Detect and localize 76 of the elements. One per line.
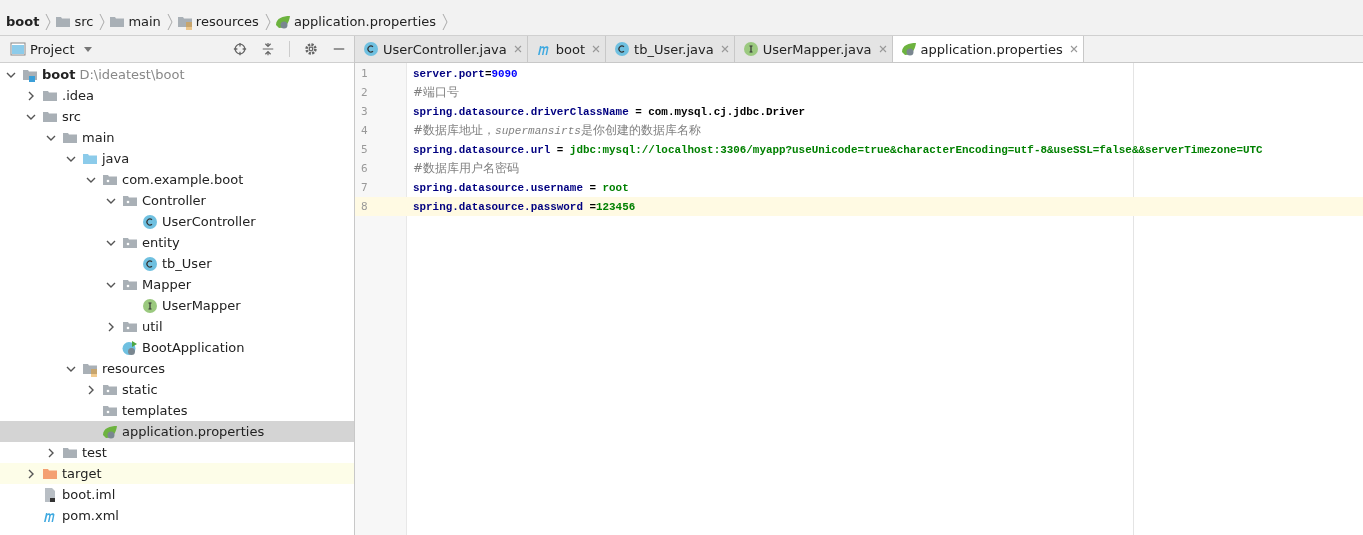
tree-item[interactable]: tb_User: [162, 256, 212, 271]
code-line: spring.datasource.url = jdbc:mysql://localhost:3306/myapp?useUnicode=true&characterEncoding=utf-8&useSSL=false&&serverTimezone=UTC: [413, 143, 1263, 156]
collapsed-chevron-icon[interactable]: [86, 384, 96, 395]
editor-tab[interactable]: UserController.java: [355, 36, 528, 62]
tree-item[interactable]: resources: [102, 361, 165, 376]
tree-item[interactable]: Controller: [142, 193, 206, 208]
tree-item[interactable]: target: [62, 466, 102, 481]
tree-item[interactable]: .idea: [62, 88, 94, 103]
class-icon: [142, 255, 158, 272]
project-view-dropdown[interactable]: Project: [30, 41, 75, 57]
code-line: server.port=9090: [413, 67, 518, 80]
collapsed-chevron-icon[interactable]: [26, 90, 36, 101]
tree-item[interactable]: boot: [42, 67, 76, 82]
tree-item[interactable]: entity: [142, 235, 180, 250]
interface-icon: [142, 297, 158, 314]
chevron-icon: [166, 12, 173, 31]
tree-item[interactable]: static: [122, 382, 158, 397]
code-line: #数据库用户名密码: [413, 160, 520, 177]
tree-item[interactable]: UserMapper: [162, 298, 241, 313]
class-icon: [614, 41, 631, 57]
code-line: #端口号: [413, 84, 460, 101]
tree-item[interactable]: main: [82, 130, 115, 145]
locate-icon[interactable]: [233, 42, 247, 56]
panel-icon: [10, 41, 26, 57]
close-icon[interactable]: [1069, 45, 1078, 53]
breadcrumb-item[interactable]: main: [128, 14, 161, 29]
line-number: 3: [360, 105, 369, 118]
breadcrumb-item[interactable]: src: [74, 14, 94, 29]
tree-item[interactable]: pom.xml: [62, 508, 119, 523]
line-number: 1: [360, 67, 369, 80]
editor-tab[interactable]: UserMapper.java: [734, 36, 893, 62]
tree-item[interactable]: boot.iml: [62, 487, 116, 502]
tree-item[interactable]: test: [82, 445, 107, 460]
line-number: 2: [360, 86, 369, 99]
line-number: 8: [360, 200, 369, 213]
collapsed-chevron-icon[interactable]: [26, 468, 36, 479]
editor-tab[interactable]: application.properties: [892, 36, 1084, 62]
spring-leaf-icon: [900, 41, 917, 57]
interface-icon: [742, 41, 759, 57]
settings-icon[interactable]: [304, 42, 318, 56]
class-icon: [142, 213, 158, 230]
caret-icon[interactable]: [84, 46, 93, 52]
module-path: D:\ideatest\boot: [79, 67, 185, 82]
chevron-icon: [45, 12, 52, 31]
chevron-icon: [264, 12, 271, 31]
line-number: 5: [360, 143, 369, 156]
line-number: 6: [360, 162, 369, 175]
code-line: spring.datasource.password =123456: [413, 200, 636, 213]
tree-item[interactable]: Mapper: [142, 277, 192, 292]
collapse-icon[interactable]: [261, 42, 275, 56]
spring-leaf-icon: [102, 423, 118, 440]
editor-tab[interactable]: tb_User.java: [606, 36, 735, 62]
code-line: spring.datasource.driverClassName = com.mysql.cj.jdbc.Driver: [413, 105, 806, 118]
tree-item[interactable]: util: [142, 319, 163, 334]
tree-item[interactable]: com.example.boot: [122, 172, 244, 187]
breadcrumb-item[interactable]: application.properties: [293, 14, 437, 29]
tree-item[interactable]: templates: [122, 403, 188, 418]
chevron-icon: [99, 12, 106, 31]
file-icon: [42, 486, 58, 503]
editor-tab[interactable]: boot: [527, 36, 607, 62]
breadcrumb-item[interactable]: resources: [195, 14, 259, 29]
chevron-icon: [442, 12, 449, 31]
collapsed-chevron-icon[interactable]: [46, 447, 56, 458]
code-line: spring.datasource.username = root: [413, 181, 629, 194]
code-line: #数据库地址，supermansirts是你创建的数据库名称: [413, 122, 701, 139]
tree-item[interactable]: BootApplication: [142, 340, 245, 355]
collapsed-chevron-icon[interactable]: [106, 321, 116, 332]
spring-leaf-icon: [274, 13, 291, 30]
spring-app-icon: [122, 339, 138, 356]
class-icon: [363, 41, 379, 57]
tree-item[interactable]: java: [102, 151, 130, 166]
line-number: 4: [360, 124, 369, 137]
tree-item[interactable]: src: [62, 109, 81, 124]
breadcrumb-item[interactable]: boot: [6, 14, 40, 29]
line-number: 7: [360, 181, 369, 194]
tree-item[interactable]: UserController: [162, 214, 256, 229]
